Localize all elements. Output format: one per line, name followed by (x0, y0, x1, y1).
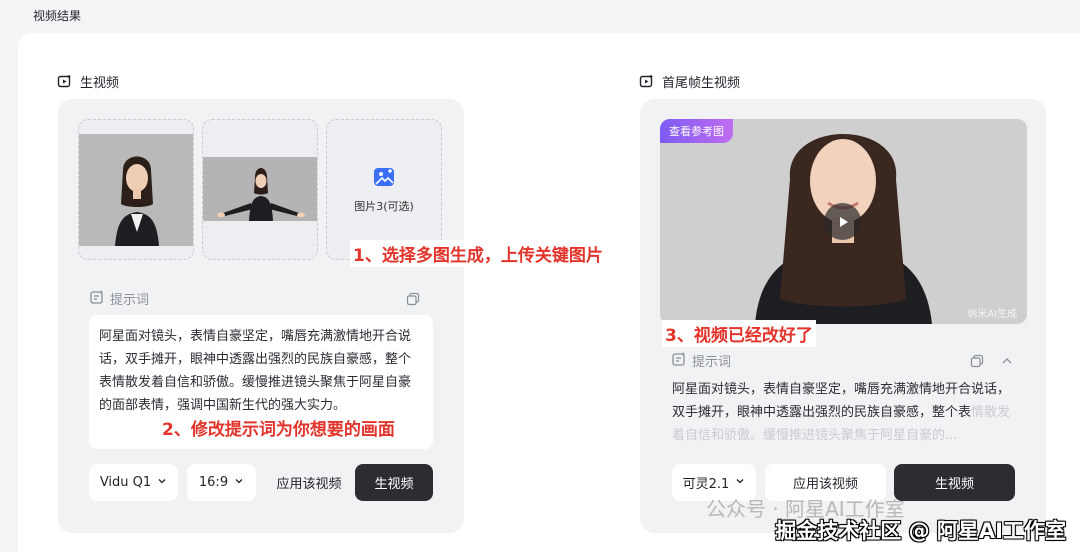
portrait-image (79, 134, 193, 246)
video-generate-icon (57, 74, 72, 89)
apply-video-button[interactable]: 应用该视频 (268, 464, 350, 501)
right-section-header: 首尾帧生视频 (639, 72, 740, 91)
right-prompt-text: 阿星面对镜头，表情自豪坚定，嘴唇充满激情地开合说话，双手摊开，眼神中透露出强烈的… (672, 378, 1017, 447)
right-prompt-text-visible: 阿星面对镜头，表情自豪坚定，嘴唇充满激情地开合说话，双手摊开，眼神中透露出强烈的… (672, 382, 1011, 420)
add-image-icon (373, 166, 395, 192)
image-slot-2[interactable] (202, 119, 318, 260)
video-generate-icon (639, 74, 654, 89)
generate-video-button-right[interactable]: 生视频 (894, 464, 1015, 501)
model-select-right-value: 可灵2.1 (682, 477, 730, 492)
annotation-upload: 1、选择多图生成，上传关键图片 (350, 240, 606, 267)
chevron-down-icon (735, 475, 745, 490)
left-prompt-label: 提示词 (110, 293, 150, 308)
image-slot-3-label: 图片3(可选) (354, 199, 414, 213)
video-preview[interactable]: 查看参考图 纳米AI生成 (660, 119, 1027, 324)
copy-icon[interactable] (406, 291, 420, 306)
ai-watermark: 纳米AI生成 (967, 309, 1017, 320)
ratio-select[interactable]: 16:9 (187, 464, 256, 501)
copy-icon[interactable] (970, 353, 984, 368)
left-section-title: 生视频 (80, 76, 120, 91)
right-prompt-header: 提示词 (672, 351, 731, 370)
model-select[interactable]: Vidu Q1 (89, 464, 178, 501)
chevron-down-icon (234, 475, 244, 490)
page-title: 视频结果 (33, 9, 82, 23)
prompt-icon (90, 290, 104, 308)
image-slot-1[interactable] (78, 119, 194, 260)
right-section-title: 首尾帧生视频 (662, 76, 741, 91)
annotation-prompt: 2、修改提示词为你想要的画面 (162, 420, 395, 440)
model-select-value: Vidu Q1 (99, 475, 152, 490)
pose-image (203, 157, 317, 221)
play-icon[interactable] (824, 203, 861, 240)
right-prompt-label: 提示词 (692, 355, 732, 370)
ratio-select-value: 16:9 (198, 475, 229, 490)
prompt-icon (672, 352, 686, 370)
left-section-header: 生视频 (57, 72, 119, 91)
chevron-down-icon (157, 475, 167, 490)
annotation-done: 3、视频已经改好了 (662, 320, 816, 347)
image-slot-3[interactable]: 图片3(可选) (326, 119, 442, 260)
left-prompt-header: 提示词 (90, 289, 149, 308)
generate-video-button[interactable]: 生视频 (355, 464, 433, 501)
chevron-up-icon[interactable] (1000, 353, 1014, 367)
credit-watermark: 掘金技术社区 @ 阿星AI工作室 (775, 519, 1066, 543)
view-reference-tag[interactable]: 查看参考图 (660, 119, 733, 143)
